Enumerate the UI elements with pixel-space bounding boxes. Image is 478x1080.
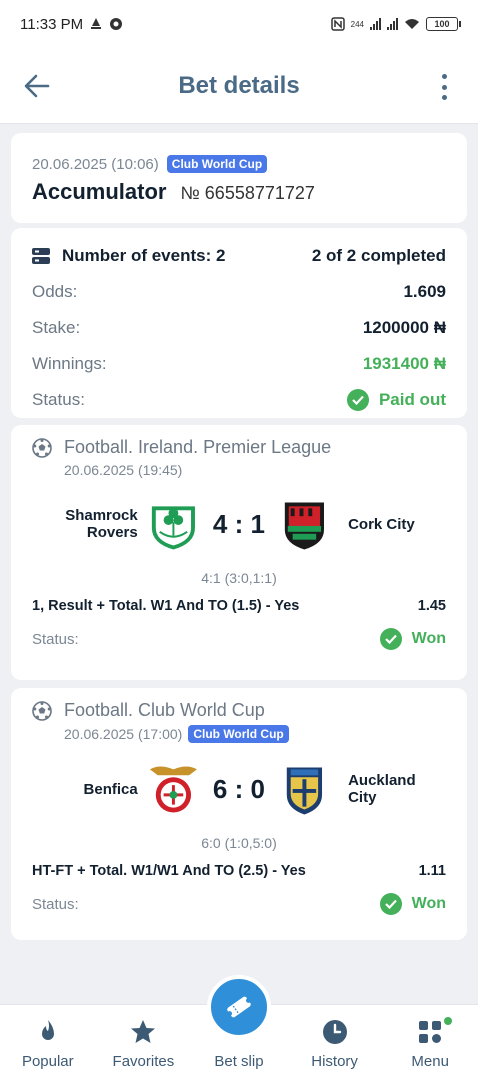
bet-slip-fab[interactable]	[206, 975, 271, 1039]
clock-icon	[322, 1020, 347, 1044]
wifi-icon	[405, 19, 419, 29]
tournament-badge: Club World Cup	[188, 725, 289, 743]
event-status-row: Status: Won	[32, 628, 446, 650]
odds-value: 1.609	[403, 282, 446, 301]
winnings-label: Winnings:	[32, 354, 107, 373]
tab-label: Favorites	[112, 1053, 175, 1070]
event-league: Football. Club World Cup	[64, 700, 265, 720]
bet-type: Accumulator	[32, 179, 167, 204]
halves-score: 4:1 (3:0,1:1)	[201, 570, 277, 586]
away-team: Cork City	[348, 515, 415, 533]
odds-label: Odds:	[32, 282, 78, 301]
bet-summary-card: 20.06.2025 (10:06) Club World Cup Accumu…	[11, 133, 467, 223]
tab-favorites[interactable]: Favorites	[96, 1005, 192, 1080]
event-card-1[interactable]: Football. Ireland. Premier League 20.06.…	[11, 425, 467, 680]
bet-datetime: 20.06.2025 (10:06)	[32, 155, 159, 173]
notification-icon	[91, 18, 102, 29]
ticket-icon	[227, 996, 251, 1018]
app-bar: Bet details	[0, 48, 478, 124]
signal-icon-2	[387, 18, 398, 30]
tab-label: Bet slip	[214, 1053, 264, 1070]
market-row: HT-FT + Total. W1/W1 And TO (2.5) - Yes …	[32, 863, 446, 879]
market-name: 1, Result + Total. W1 And TO (1.5) - Yes	[32, 598, 300, 614]
status-value: Paid out	[378, 390, 446, 409]
notification-dot	[443, 1017, 452, 1025]
event-status: Won	[411, 630, 446, 647]
match-score: 6 : 0	[212, 773, 265, 804]
odds-row: Odds: 1.609	[32, 274, 446, 310]
check-icon	[379, 893, 402, 915]
event-card-2[interactable]: Football. Club World Cup 20.06.2025 (17:…	[11, 688, 467, 940]
tab-bet-slip[interactable]: Bet slip	[191, 975, 287, 1080]
clock: 11:33 PM	[20, 16, 123, 33]
app-notification-icon	[110, 18, 123, 30]
match-row: Shamrock Rovers 4 : 1 Cork City	[32, 492, 446, 556]
status-row: Status: Paid out	[32, 382, 446, 418]
tab-label: History	[311, 1053, 358, 1070]
market-odd: 1.11	[418, 863, 446, 879]
winnings-value: 1931400 ₦	[362, 354, 446, 373]
system-icons: 244 100	[330, 17, 461, 31]
flame-icon	[41, 1020, 54, 1040]
event-datetime: 20.06.2025 (17:00)	[64, 726, 183, 742]
check-icon	[346, 389, 369, 411]
tab-history[interactable]: History	[287, 1005, 383, 1080]
stake-value: 1200000 ₦	[362, 318, 446, 337]
market-name: HT-FT + Total. W1/W1 And TO (2.5) - Yes	[32, 863, 306, 879]
cork-city-logo-icon	[285, 502, 325, 550]
bet-number: № 66558771727	[180, 183, 315, 203]
benfica-logo-icon	[149, 766, 197, 813]
match-score: 4 : 1	[212, 508, 265, 539]
nfc-icon	[330, 17, 345, 31]
stake-row: Stake: 1200000 ₦	[32, 310, 446, 346]
tab-popular[interactable]: Popular	[0, 1005, 96, 1080]
star-icon	[131, 1020, 156, 1043]
football-icon	[32, 700, 52, 721]
home-team: Shamrock Rovers	[65, 507, 138, 541]
grid-menu-icon	[419, 1021, 442, 1043]
bet-details-card: Number of events: 2 2 of 2 completed Odd…	[11, 228, 467, 418]
bottom-tab-bar: Popular Favorites Bet slip History Menu	[0, 975, 478, 1080]
events-stack-icon	[32, 248, 50, 264]
battery-icon: 100	[426, 17, 461, 31]
football-icon	[32, 437, 52, 458]
battery-level: 100	[434, 19, 450, 29]
winnings-row: Winnings: 1931400 ₦	[32, 346, 446, 382]
events-count: Number of events: 2	[62, 246, 226, 265]
events-completed: 2 of 2 completed	[311, 246, 446, 265]
tab-label: Menu	[411, 1053, 449, 1070]
halves-score: 6:0 (1:0,5:0)	[201, 835, 277, 851]
status-time: 11:33 PM	[20, 15, 84, 33]
event-datetime: 20.06.2025 (19:45)	[64, 462, 183, 478]
signal-icon	[370, 18, 381, 30]
match-row: Benfica 6 : 0 Auckland City	[32, 757, 446, 821]
status-bar: 11:33 PM 244 100	[0, 0, 478, 48]
event-status: Won	[411, 895, 446, 912]
auckland-city-logo-icon	[287, 767, 323, 815]
tournament-badge: Club World Cup	[166, 155, 268, 173]
back-arrow-icon[interactable]	[22, 72, 52, 100]
event-status-label: Status:	[32, 630, 79, 648]
event-status-label: Status:	[32, 895, 79, 913]
page-title: Bet details	[178, 71, 300, 99]
check-icon	[379, 628, 402, 650]
market-odd: 1.45	[417, 598, 446, 614]
event-league: Football. Ireland. Premier League	[64, 437, 332, 457]
more-options-icon[interactable]	[440, 74, 448, 100]
net-speed: 244	[350, 19, 364, 29]
status-label: Status:	[32, 390, 85, 409]
market-row: 1, Result + Total. W1 And TO (1.5) - Yes…	[32, 598, 446, 614]
tab-label: Popular	[21, 1053, 74, 1070]
events-row: Number of events: 2 2 of 2 completed	[32, 238, 446, 274]
tab-menu[interactable]: Menu	[382, 1005, 478, 1080]
event-status-row: Status: Won	[32, 893, 446, 915]
home-team: Benfica	[83, 780, 138, 798]
stake-label: Stake:	[32, 318, 81, 337]
shamrock-rovers-logo-icon	[151, 506, 195, 550]
away-team: Auckland City	[348, 772, 416, 806]
